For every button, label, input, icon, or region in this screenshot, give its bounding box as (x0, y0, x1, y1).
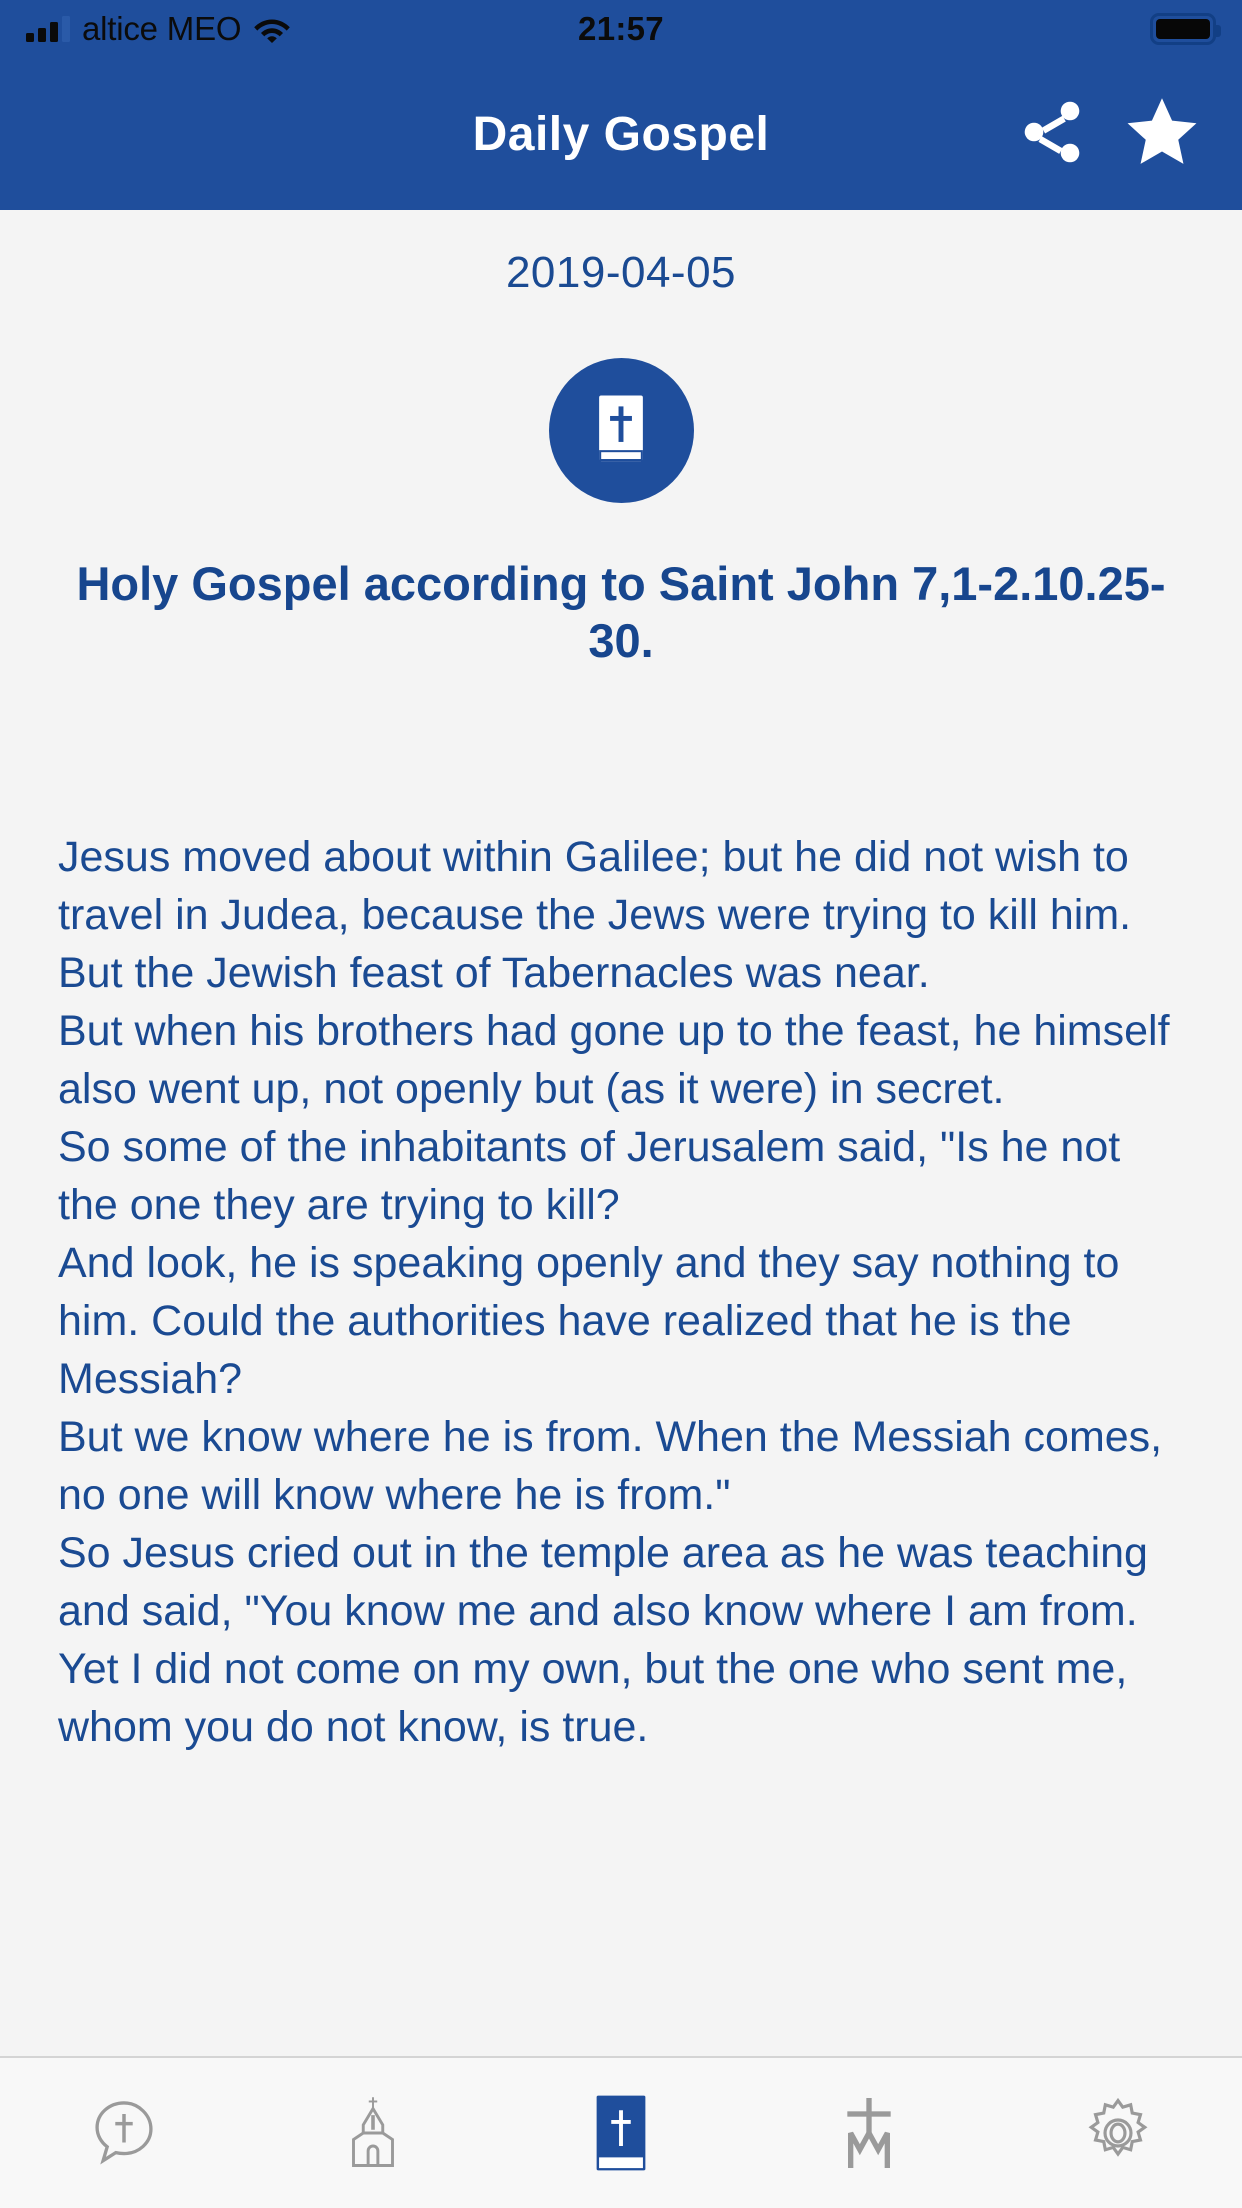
tab-gospel[interactable] (497, 2058, 745, 2208)
bible-cross-icon (592, 2094, 650, 2172)
church-icon (334, 2094, 412, 2172)
gear-icon (1080, 2095, 1156, 2171)
clock-label: 21:57 (578, 10, 664, 47)
tab-saints[interactable] (745, 2058, 993, 2208)
bible-cross-icon (548, 358, 694, 503)
app-root: altice MEO 21:57 Daily Gospel 2019-04-05… (0, 0, 1242, 2208)
gospel-passage: Jesus moved about within Galilee; but he… (0, 742, 1242, 2056)
app-bar: Daily Gospel (0, 58, 1242, 210)
status-bar: altice MEO 21:57 (0, 0, 1242, 58)
battery-full-icon (1150, 13, 1221, 45)
emblem-container (0, 358, 1242, 503)
gospel-passage-text: Jesus moved about within Galilee; but he… (58, 832, 1170, 1751)
tab-church[interactable] (248, 2058, 496, 2208)
star-icon[interactable] (1122, 93, 1202, 176)
reading-content[interactable]: 2019-04-05 Holy Gospel according to Sain… (0, 210, 1242, 2056)
app-bar-actions (1016, 93, 1202, 176)
bottom-tab-bar (0, 2056, 1242, 2208)
share-icon[interactable] (1016, 96, 1088, 173)
reading-date: 2019-04-05 (505, 248, 737, 297)
gospel-title: Holy Gospel according to Saint John 7,1-… (76, 557, 1166, 668)
status-bar-right (1150, 13, 1221, 45)
marian-cross-icon (829, 2093, 909, 2173)
speech-bubble-cross-icon (86, 2095, 162, 2171)
tab-settings[interactable] (994, 2058, 1242, 2208)
tab-prayer[interactable] (0, 2058, 248, 2208)
